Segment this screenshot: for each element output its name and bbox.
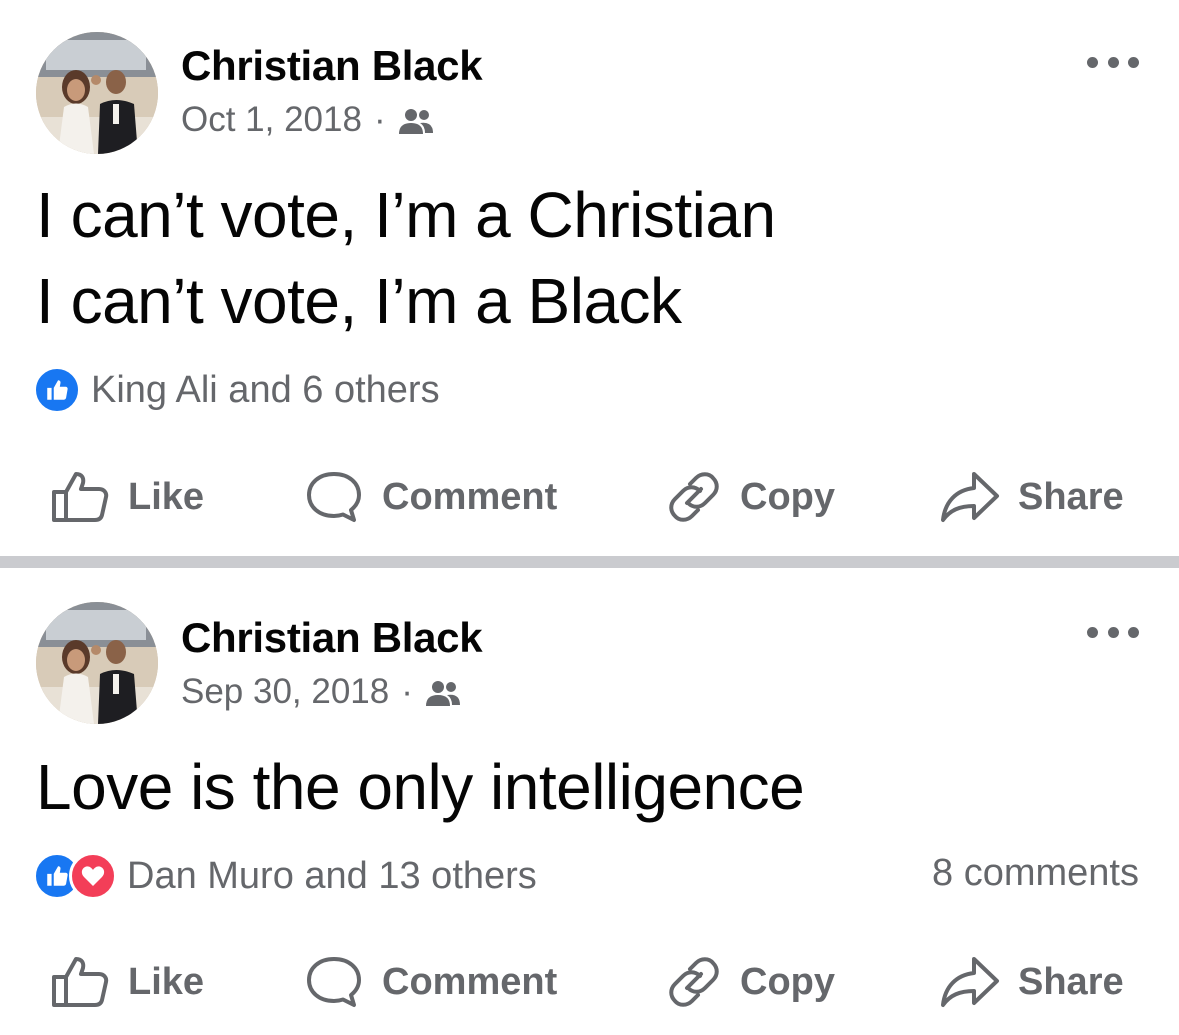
reactions-summary[interactable]: King Ali and 6 others: [33, 366, 440, 414]
like-label: Like: [128, 960, 205, 1003]
post-text-line: Love is the only intelligence: [36, 751, 805, 823]
link-icon: [669, 957, 719, 1007]
link-icon: [669, 472, 719, 522]
friends-icon: [425, 677, 461, 707]
avatar[interactable]: [36, 602, 158, 724]
copy-button[interactable]: Copy: [666, 955, 835, 1009]
copy-button[interactable]: Copy: [666, 470, 835, 524]
post-card: Christian Black Oct 1, 2018 · I can’t vo…: [0, 0, 1179, 556]
thumbs-up-icon: [52, 472, 109, 522]
post-card: Christian Black Sep 30, 2018 · Love is t…: [0, 568, 1179, 1035]
author-name[interactable]: Christian Black: [181, 614, 483, 662]
author-name[interactable]: Christian Black: [181, 42, 483, 90]
post-date[interactable]: Sep 30, 2018: [181, 672, 389, 712]
thumbs-up-icon: [52, 957, 109, 1007]
more-options-button[interactable]: [1087, 620, 1139, 644]
dot-icon: [1128, 626, 1139, 638]
reactions-summary[interactable]: Dan Muro and 13 others: [33, 852, 537, 900]
comment-label: Comment: [382, 960, 558, 1003]
comment-button[interactable]: Comment: [304, 470, 557, 524]
meta-separator: ·: [401, 672, 413, 711]
post-meta: Oct 1, 2018 ·: [181, 100, 434, 140]
post-text-line: I can’t vote, I’m a Christian: [36, 179, 776, 251]
comment-icon: [307, 957, 361, 1007]
action-bar: Like Comment Copy Share: [0, 941, 1179, 1021]
share-button[interactable]: Share: [940, 470, 1124, 524]
comments-count[interactable]: 8 comments: [932, 852, 1139, 895]
share-label: Share: [1018, 960, 1124, 1003]
dot-icon: [1107, 56, 1119, 68]
share-label: Share: [1018, 475, 1124, 518]
dot-icon: [1087, 56, 1098, 68]
like-label: Like: [128, 475, 205, 518]
copy-label: Copy: [740, 960, 835, 1003]
dot-icon: [1107, 626, 1119, 638]
dot-icon: [1087, 626, 1098, 638]
like-button[interactable]: Like: [50, 955, 204, 1009]
avatar[interactable]: [36, 32, 158, 154]
reactions-text: King Ali and 6 others: [91, 368, 440, 411]
meta-separator: ·: [373, 100, 386, 139]
share-arrow-icon: [941, 957, 999, 1007]
like-reaction-icon: [33, 366, 81, 414]
comment-label: Comment: [382, 475, 558, 518]
post-meta: Sep 30, 2018 ·: [181, 672, 461, 712]
copy-label: Copy: [740, 475, 835, 518]
reactions-text: Dan Muro and 13 others: [127, 854, 537, 897]
comment-button[interactable]: Comment: [304, 955, 557, 1009]
post-date[interactable]: Oct 1, 2018: [181, 100, 362, 140]
comment-icon: [307, 472, 361, 522]
post-text-line: I can’t vote, I’m a Black: [36, 265, 682, 337]
like-button[interactable]: Like: [50, 470, 204, 524]
dot-icon: [1128, 56, 1139, 68]
action-bar: Like Comment Copy Share: [0, 456, 1179, 536]
love-reaction-icon: [69, 852, 117, 900]
share-button[interactable]: Share: [940, 955, 1124, 1009]
feed-separator: [0, 556, 1179, 568]
more-options-button[interactable]: [1087, 50, 1139, 74]
share-arrow-icon: [941, 472, 999, 522]
friends-icon: [398, 105, 434, 135]
